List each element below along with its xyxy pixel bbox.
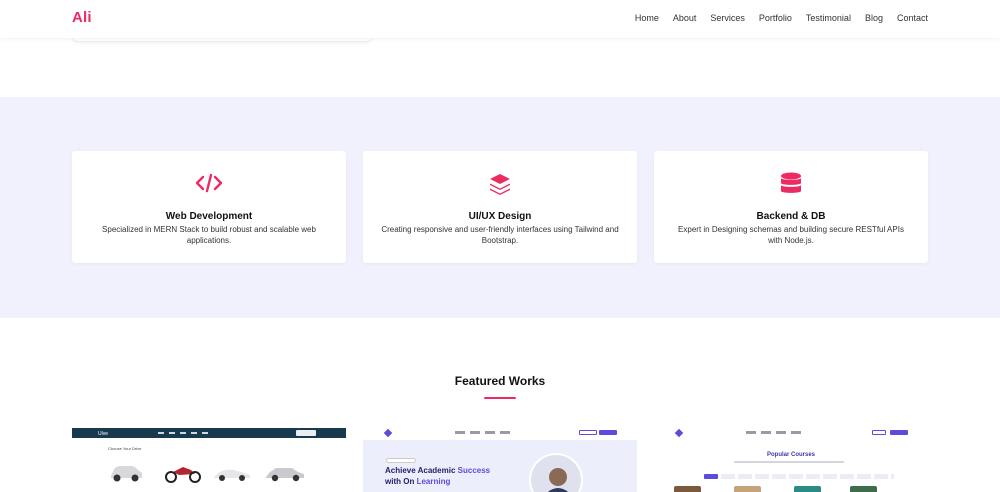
work-preview-subtitle: Choose Your Drive [108, 446, 142, 451]
work-thumbnail-courses-site[interactable]: Popular Courses [654, 428, 928, 492]
work-preview-headline: Achieve Academic Success with On Learnin… [385, 465, 490, 487]
featured-works-heading: Featured Works [454, 374, 546, 388]
work-preview-badge [386, 458, 416, 463]
top-navbar: Ali Home About Services Portfolio Testim… [0, 0, 1000, 38]
service-card-ui-ux-design: UI/UX Design Creating responsive and use… [363, 151, 637, 263]
nav-home[interactable]: Home [635, 13, 659, 23]
services-section: Web Development Specialized in MERN Stac… [0, 97, 1000, 318]
work-preview-logo [674, 428, 684, 438]
suv-icon [108, 462, 144, 489]
work-preview-course-image [734, 486, 761, 492]
nav-about[interactable]: About [673, 13, 697, 23]
work-preview-subtext [734, 461, 844, 463]
work-thumbnail-car-rental[interactable]: Ulve Choose Your Drive [72, 428, 346, 492]
code-icon [195, 172, 223, 199]
sedan-icon [264, 462, 306, 489]
work-preview-nav-links [158, 432, 208, 434]
work-preview-login-button [872, 430, 886, 435]
service-description: Specialized in MERN Stack to build robus… [102, 225, 316, 245]
work-preview-nav-links [746, 431, 806, 434]
work-preview-course-image [850, 486, 877, 492]
sports-car-icon [212, 462, 252, 489]
headline-highlight: Learning [416, 477, 451, 486]
work-preview-login-button [579, 430, 597, 435]
work-thumbnail-learning-platform[interactable]: Achieve Academic Success with On Learnin… [363, 428, 637, 492]
nav-blog[interactable]: Blog [865, 13, 883, 23]
database-icon [780, 172, 802, 201]
heading-underline [484, 397, 516, 399]
work-preview-logo: Ulve [98, 431, 109, 437]
site-logo[interactable]: Ali [72, 9, 92, 26]
work-preview-signup-button [599, 430, 617, 435]
service-description: Creating responsive and user-friendly in… [381, 225, 619, 245]
work-preview-signup-button [890, 430, 908, 435]
service-description: Expert in Designing schemas and building… [678, 225, 904, 245]
service-card-backend-db: Backend & DB Expert in Designing schemas… [654, 151, 928, 263]
service-title: Backend & DB [756, 211, 826, 222]
headline-highlight: Success [457, 466, 491, 475]
service-title: UI/UX Design [468, 211, 532, 222]
nav-testimonial[interactable]: Testimonial [806, 13, 851, 23]
service-title: Web Development [165, 211, 253, 222]
nav-contact[interactable]: Contact [897, 13, 928, 23]
work-preview-nav-links [455, 431, 515, 434]
nav-portfolio[interactable]: Portfolio [759, 13, 792, 23]
work-preview-navbar [363, 428, 637, 440]
work-preview-logo [383, 428, 393, 438]
work-preview-navbar: Ulve [72, 428, 346, 438]
work-preview-filter-chips [704, 474, 894, 479]
work-preview-button [296, 430, 316, 436]
nav-services[interactable]: Services [710, 13, 745, 23]
headline-part: with On [385, 477, 417, 486]
work-preview-heading: Popular Courses [766, 452, 815, 458]
work-preview-active-chip [704, 474, 718, 479]
work-preview-course-image [794, 486, 821, 492]
main-menu: Home About Services Portfolio Testimonia… [635, 13, 928, 23]
motorcycle-icon [163, 462, 203, 489]
work-preview-course-image [674, 486, 701, 492]
headline-part: Achieve Academic [385, 466, 458, 475]
layers-icon [488, 172, 512, 201]
service-card-web-development: Web Development Specialized in MERN Stac… [72, 151, 346, 263]
